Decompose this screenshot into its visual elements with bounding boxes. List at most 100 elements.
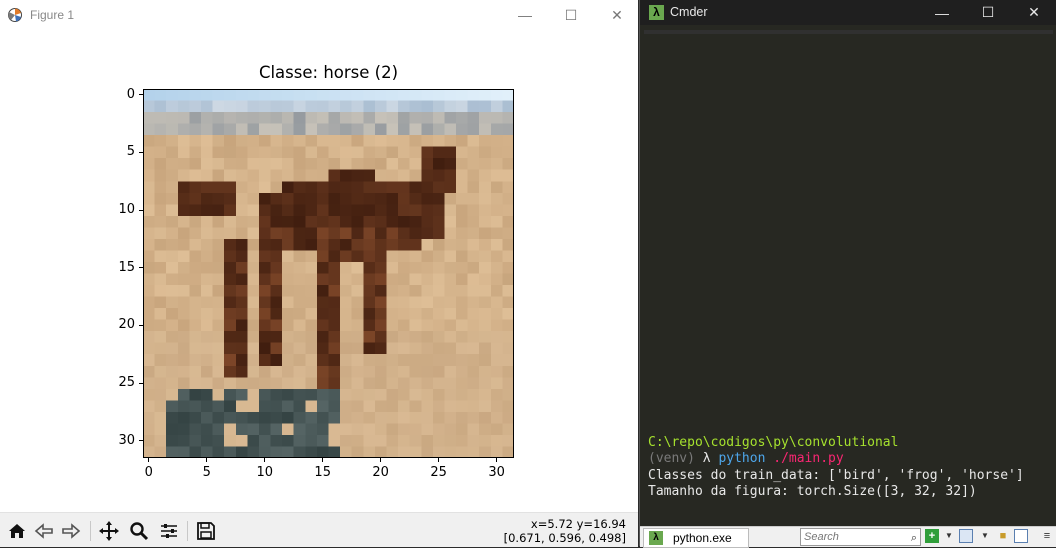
image-pixel <box>502 227 514 240</box>
image-pixel <box>316 146 329 159</box>
menu-icon[interactable]: ≡ <box>1040 529 1054 543</box>
image-pixel <box>212 308 225 320</box>
pan-icon[interactable] <box>96 518 122 544</box>
maximize-button[interactable]: ☐ <box>965 0 1011 25</box>
image-pixel <box>143 250 155 263</box>
image-pixel <box>224 400 236 413</box>
x-tick <box>438 458 440 462</box>
image-pixel <box>293 308 306 320</box>
image-pixel <box>166 135 179 147</box>
image-pixel <box>479 388 492 401</box>
image-pixel <box>200 388 213 401</box>
terminal-output[interactable]: C:\repo\codigos\py\convolutional (venv) λ… <box>648 435 1053 500</box>
image-pixel <box>490 89 503 101</box>
image-pixel <box>143 238 155 251</box>
image-pixel <box>247 227 260 240</box>
image-pixel <box>316 434 329 447</box>
image-pixel <box>432 423 445 436</box>
save-icon[interactable] <box>193 518 219 544</box>
image-pixel <box>363 261 376 274</box>
image-pixel <box>189 135 202 147</box>
image-pixel <box>328 192 341 205</box>
image-pixel <box>200 250 213 263</box>
back-arrow-icon[interactable] <box>31 518 57 544</box>
image-pixel <box>363 89 376 101</box>
search-icon[interactable]: ⌕ <box>911 530 917 546</box>
image-pixel <box>247 331 260 343</box>
image-pixel <box>386 112 399 124</box>
image-pixel <box>490 181 503 194</box>
image-pixel <box>235 423 248 436</box>
image-pixel <box>293 181 306 194</box>
image-pixel <box>432 204 445 217</box>
image-pixel <box>270 365 283 378</box>
minimize-button[interactable]: — <box>502 0 548 30</box>
image-pixel <box>224 434 236 447</box>
image-pixel <box>490 146 503 159</box>
switch-console-icon[interactable] <box>959 529 973 543</box>
image-pixel <box>189 169 202 182</box>
image-pixel <box>340 319 352 332</box>
image-pixel <box>444 181 457 194</box>
image-pixel <box>305 250 318 263</box>
chevron-down-icon[interactable]: ▼ <box>978 529 992 543</box>
figure-canvas[interactable]: Classe: horse (2) 0 5 10 15 20 25 30 0 5 10 15 20 25… <box>0 30 638 512</box>
image-pixel <box>189 238 202 251</box>
image-pixel <box>467 285 480 297</box>
image-pixel <box>200 227 213 240</box>
image-pixel <box>456 446 468 458</box>
image-pixel <box>351 100 364 113</box>
forward-arrow-icon[interactable] <box>58 518 84 544</box>
image-pixel <box>200 434 213 447</box>
image-pixel <box>235 296 248 309</box>
cmder-titlebar[interactable]: λ Cmder — ☐ ✕ <box>640 0 1056 25</box>
image-pixel <box>282 146 294 159</box>
image-pixel <box>305 146 318 159</box>
zoom-icon[interactable] <box>126 518 152 544</box>
image-pixel <box>143 308 155 320</box>
image-pixel <box>386 204 399 217</box>
image-pixel <box>432 273 445 286</box>
console-tab[interactable]: λ python.exe <box>643 528 749 548</box>
horse-image <box>143 89 514 458</box>
image-pixel <box>200 112 213 124</box>
image-pixel <box>293 204 306 217</box>
image-pixel <box>316 354 329 366</box>
image-pixel <box>177 250 190 263</box>
image-pixel <box>282 285 294 297</box>
configure-subplots-icon[interactable] <box>156 518 182 544</box>
image-pixel <box>270 354 283 366</box>
image-pixel <box>154 342 167 355</box>
new-console-icon[interactable]: + <box>925 529 939 543</box>
lock-icon[interactable]: ■ <box>996 529 1010 543</box>
image-pixel <box>467 89 480 101</box>
home-icon[interactable] <box>4 518 30 544</box>
image-pixel <box>247 135 260 147</box>
close-button[interactable]: ✕ <box>594 0 640 30</box>
image-pixel <box>490 365 503 378</box>
image-pixel <box>293 123 306 136</box>
minimize-button[interactable]: — <box>919 0 965 25</box>
image-pixel <box>154 434 167 447</box>
image-pixel <box>293 89 306 101</box>
image-pixel <box>502 192 514 205</box>
image-pixel <box>200 192 213 205</box>
image-pixel <box>166 158 179 170</box>
image-pixel <box>409 181 422 194</box>
search-input[interactable]: Search ⌕ <box>800 528 921 546</box>
maximize-button[interactable]: ☐ <box>548 0 594 30</box>
image-pixel <box>467 388 480 401</box>
chevron-down-icon[interactable]: ▼ <box>942 529 956 543</box>
image-pixel <box>235 89 248 101</box>
image-pixel <box>235 319 248 332</box>
figure-titlebar[interactable]: Figure 1 — ☐ ✕ <box>0 0 638 30</box>
image-pixel <box>467 112 480 124</box>
image-pixel <box>293 354 306 366</box>
image-pixel <box>467 215 480 228</box>
image-pixel <box>235 446 248 458</box>
image-pixel <box>200 365 213 378</box>
view-panel-icon[interactable] <box>1014 529 1028 543</box>
close-button[interactable]: ✕ <box>1011 0 1056 25</box>
image-pixel <box>386 342 399 355</box>
image-pixel <box>421 296 434 309</box>
